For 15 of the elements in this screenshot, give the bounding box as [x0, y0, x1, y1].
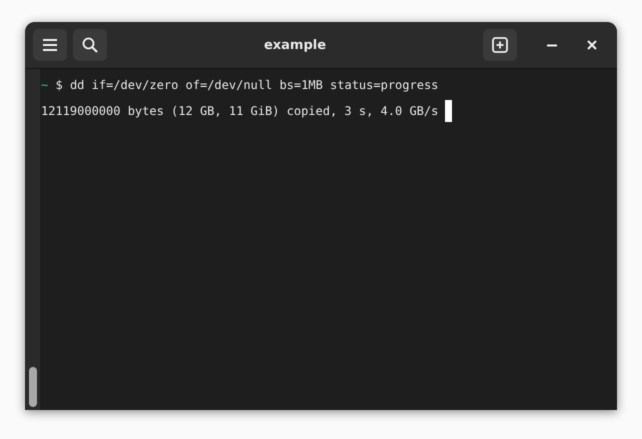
command-text: dd if=/dev/zero of=/dev/null bs=1MB status=progress: [70, 78, 438, 92]
scrollbar-track[interactable]: [25, 69, 40, 410]
minimize-icon: [547, 44, 557, 46]
search-icon: [82, 37, 98, 53]
output-text: 12119000000 bytes (12 GB, 11 GiB) copied, 3 s, 4.0 GB/s: [41, 104, 438, 118]
plus-square-icon: [492, 37, 508, 53]
window-title: example: [262, 38, 328, 52]
menu-button[interactable]: [33, 29, 67, 61]
prompt-sign: $: [55, 78, 63, 92]
scrollbar-thumb[interactable]: [28, 367, 36, 407]
close-icon: [587, 40, 597, 50]
new-tab-button[interactable]: [483, 29, 517, 61]
prompt-directory: ~: [41, 78, 48, 92]
search-button[interactable]: [73, 29, 107, 61]
menu-icon: [42, 38, 58, 52]
